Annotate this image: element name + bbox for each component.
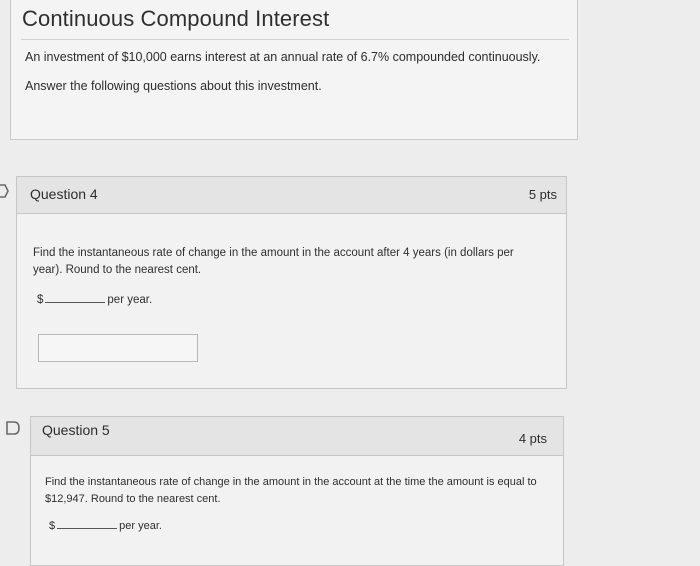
blank-line [57, 518, 118, 529]
intro-text-line-1: An investment of $10,000 earns interest … [25, 50, 541, 64]
unit-label: per year. [107, 294, 153, 306]
flag-question-icon[interactable] [0, 183, 12, 199]
question-card-4: Question 4 5 pts Find the instantaneous … [16, 176, 567, 389]
title-divider [21, 39, 569, 40]
unit-label: per year. [119, 520, 162, 532]
intro-card: Continuous Compound Interest An investme… [10, 0, 578, 140]
answer-input[interactable] [38, 334, 198, 362]
question-points: 5 pts [528, 187, 557, 202]
flag-question-icon[interactable] [5, 420, 21, 436]
question-points: 4 pts [518, 431, 547, 446]
question-text: Find the instantaneous rate of change in… [45, 476, 537, 505]
answer-template: $ per year. [49, 518, 162, 532]
currency-symbol: $ [37, 294, 44, 306]
question-header: Question 5 4 pts [31, 417, 563, 456]
page-title: Continuous Compound Interest [22, 6, 330, 31]
question-header: Question 4 5 pts [17, 177, 566, 214]
question-card-5: Question 5 4 pts Find the instantaneous … [30, 416, 564, 566]
currency-symbol: $ [49, 520, 56, 532]
intro-text-line-2: Answer the following questions about thi… [25, 79, 322, 93]
question-text: Find the instantaneous rate of change in… [33, 247, 514, 276]
question-title: Question 4 [30, 186, 98, 202]
answer-template: $ per year. [37, 292, 152, 306]
question-title: Question 5 [42, 422, 110, 438]
blank-line [45, 292, 106, 303]
